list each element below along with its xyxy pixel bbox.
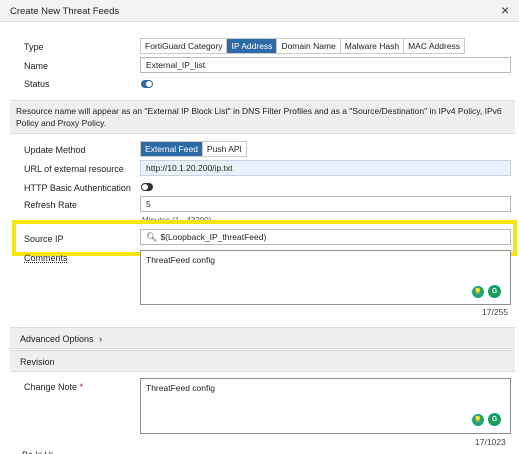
type-option-domain-name[interactable]: Domain Name [277,39,341,53]
lightbulb-icon[interactable]: 💡 [472,286,484,298]
comments-textarea[interactable]: ThreatFeed config [140,250,511,305]
dialog-titlebar: Create New Threat Feeds × [0,0,519,22]
update-method-external-feed[interactable]: External Feed [141,142,203,156]
type-option-fortiguard-category[interactable]: FortiGuard Category [141,39,228,53]
grammarly-icon[interactable]: G [488,285,501,298]
update-method-push-api[interactable]: Push API [203,142,246,156]
info-banner: Resource name will appear as an "Externa… [10,100,515,134]
change-note-counter: 17/1023 [475,437,506,447]
change-note-value: ThreatFeed config [146,383,215,393]
revision-label: Revision [20,357,55,367]
refresh-rate-label: Refresh Rate [24,200,78,210]
name-input[interactable]: External_IP_list [140,57,511,73]
update-method-selector[interactable]: External Feed Push API [140,141,247,157]
type-selector[interactable]: FortiGuard Category IP Address Domain Na… [140,38,466,54]
type-label: Type [24,42,44,52]
dialog-title: Create New Threat Feeds [10,6,120,17]
type-option-malware-hash[interactable]: Malware Hash [341,39,405,53]
advanced-options-label[interactable]: Advanced Options › [20,334,102,344]
type-option-ip-address[interactable]: IP Address [227,39,278,53]
update-method-label: Update Method [24,145,86,155]
http-auth-label: HTTP Basic Authentication [24,183,131,193]
status-toggle[interactable] [141,80,153,88]
cut-off-label: Ba ki Hi [22,449,53,454]
status-label: Status [24,79,50,89]
chevron-right-icon: › [99,334,103,344]
http-auth-toggle[interactable] [141,183,153,191]
comments-value: ThreatFeed config [146,255,215,265]
grammarly-icon[interactable]: G [488,413,501,426]
revision-section: Revision [10,350,515,372]
advanced-options-section[interactable]: Advanced Options › [10,327,515,349]
comments-counter: 17/255 [482,307,508,317]
comments-label: Comments [24,253,68,263]
type-option-mac-address[interactable]: MAC Address [404,39,464,53]
url-label: URL of external resource [24,164,124,174]
lightbulb-icon[interactable]: 💡 [472,414,484,426]
required-mark: * [79,382,84,392]
change-note-label: Change Note * [24,382,84,392]
name-label: Name [24,61,49,71]
close-icon[interactable]: × [501,3,509,17]
url-input[interactable]: http://10.1.20.200/ip.txt [140,160,511,176]
info-text: Resource name will appear as an "Externa… [16,106,502,128]
change-note-textarea[interactable]: ThreatFeed config [140,378,511,434]
refresh-rate-input[interactable]: 5 [140,196,511,212]
